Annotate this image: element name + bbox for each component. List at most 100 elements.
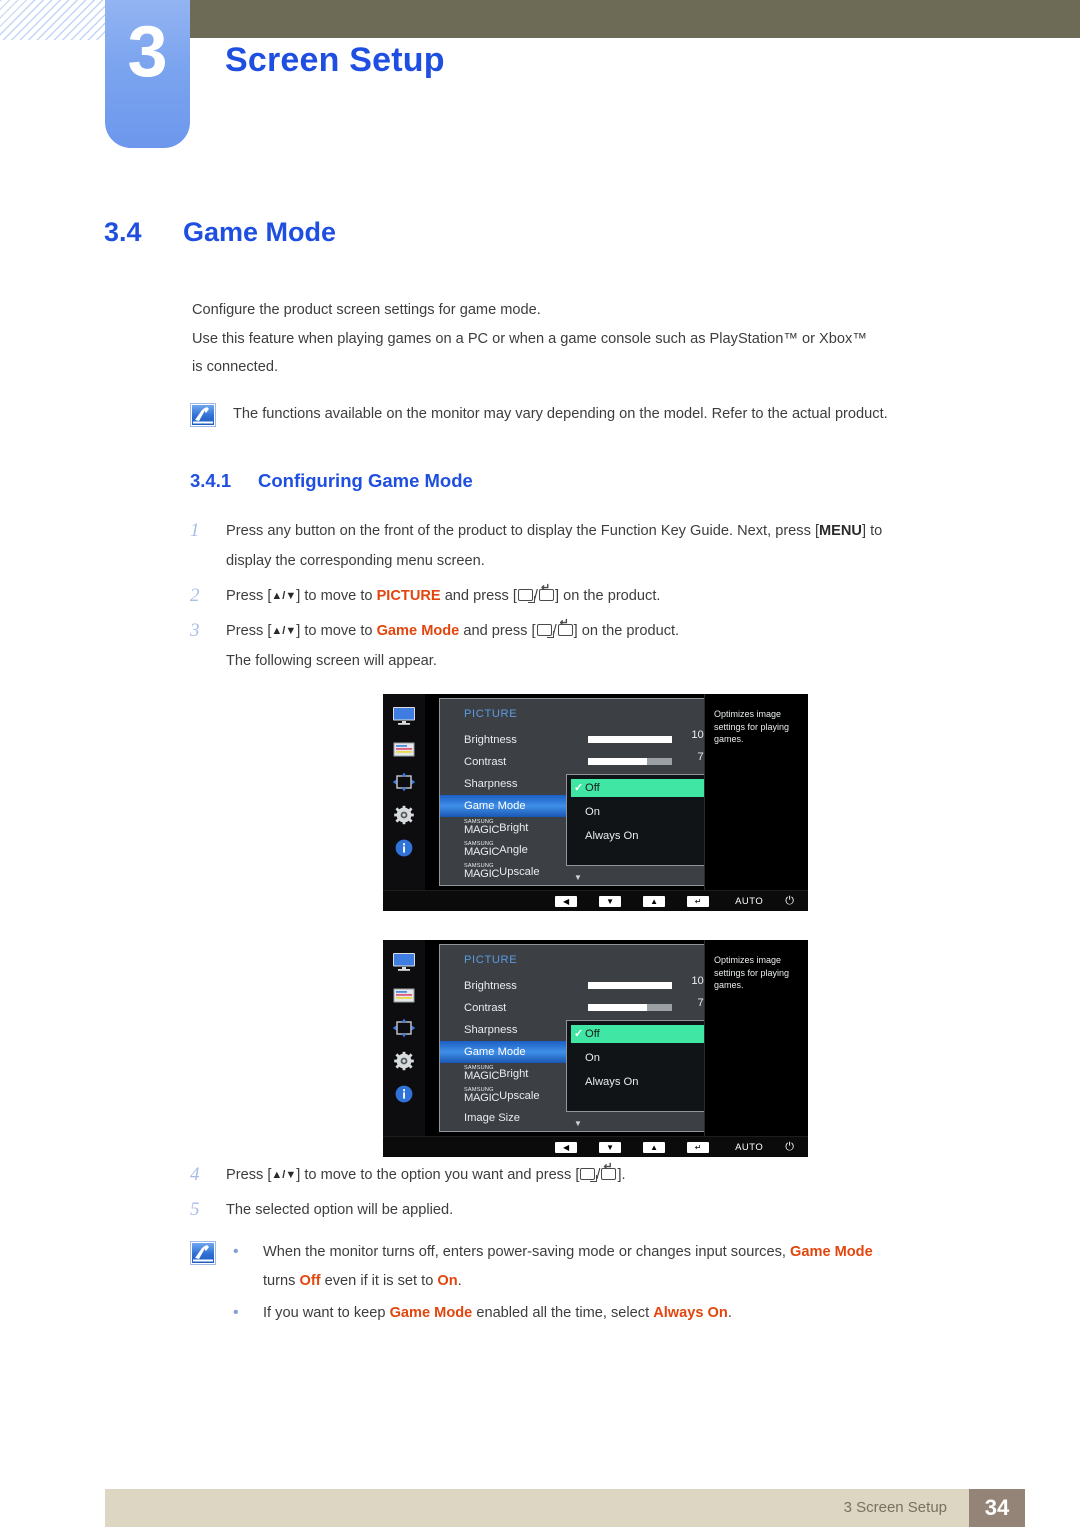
key-up-button[interactable]: ▲ [643, 895, 666, 907]
step-2-mid: ] to move to [296, 588, 377, 604]
osd-row-brightness-label: Brightness [464, 734, 517, 746]
updown-arrows-glyph: ▲/▼ [271, 1169, 297, 1181]
osd-screen-2-rail [383, 940, 425, 1136]
magic-magic-label: MAGIC [464, 1091, 500, 1104]
note-b1-hl3: On [437, 1272, 458, 1289]
key-down-button[interactable]: ▼ [599, 1141, 622, 1153]
osd-row-magicangle-suffix: Angle [499, 844, 528, 856]
source-key-icon [517, 589, 535, 604]
brightness-bar-fill [588, 982, 672, 989]
key-auto-label[interactable]: AUTO [735, 896, 763, 907]
step-1-post: ] to [861, 523, 883, 539]
updown-arrows-glyph: ▲/▼ [271, 625, 297, 637]
popup-option-off[interactable]: ✓ Off [571, 1025, 709, 1043]
key-left-button[interactable]: ◀ [555, 895, 578, 907]
magic-logo: SAMSUNG MAGIC [464, 864, 499, 880]
note-b1-seg1: When the monitor turns off, enters power… [263, 1244, 790, 1260]
contrast-bar-track[interactable] [588, 758, 672, 765]
scroll-down-icon[interactable]: ▼ [574, 873, 582, 882]
game-mode-popup: ✓ Off On Always On [566, 774, 714, 866]
note-bullet-2: • If you want to keep Game Mode enabled … [233, 1299, 1010, 1328]
bullet-dot-icon: • [233, 1304, 239, 1322]
setup-gear-icon[interactable] [392, 1051, 416, 1071]
step-5-number: 5 [190, 1199, 200, 1220]
note-bullet-1-text: When the monitor turns off, enters power… [263, 1238, 1010, 1295]
popup-option-always-on-label: Always On [585, 830, 639, 842]
key-left-button[interactable]: ◀ [555, 1141, 578, 1153]
note-b1-seg2: turns [263, 1272, 300, 1289]
popup-option-off-label: Off [585, 1028, 600, 1040]
scroll-down-icon[interactable]: ▼ [574, 1119, 582, 1128]
information-icon[interactable] [392, 1084, 416, 1104]
popup-option-always-on[interactable]: Always On [585, 827, 638, 845]
osd-display-icon[interactable] [392, 985, 416, 1005]
monitor-icon[interactable] [392, 952, 416, 972]
contrast-bar-track[interactable] [588, 1004, 672, 1011]
osd-row-brightness-label: Brightness [464, 980, 517, 992]
check-icon: ✓ [574, 782, 584, 794]
intro-line-3: is connected. [192, 359, 278, 376]
enter-key-icon [557, 618, 573, 637]
source-key-icon [580, 1168, 598, 1183]
osd-row-sharpness-label: Sharpness [464, 1024, 518, 1036]
osd-row-magicupscale-suffix: Upscale [499, 1090, 540, 1102]
step-4-mid: ] to move to the option you want and pre… [296, 1167, 580, 1183]
size-position-icon[interactable] [392, 772, 416, 792]
osd-row-contrast-label: Contrast [464, 756, 507, 768]
osd-row-game-mode[interactable]: Game Mode [440, 1041, 586, 1063]
osd-screen-1-body: PICTURE Brightness 100 Contrast 75 Sharp… [383, 694, 808, 890]
key-auto-label[interactable]: AUTO [735, 1142, 763, 1153]
step-2-mid2: and press [ [440, 588, 517, 604]
osd-screen-2-description: Optimizes image settings for playing gam… [704, 940, 808, 1136]
osd-category-picture: PICTURE [464, 708, 518, 720]
note-bullet-2-text: If you want to keep Game Mode enabled al… [263, 1299, 1010, 1328]
note-bottom: • When the monitor turns off, enters pow… [190, 1238, 1010, 1328]
key-down-button[interactable]: ▼ [599, 895, 622, 907]
popup-option-off[interactable]: ✓ Off [571, 779, 709, 797]
monitor-icon[interactable] [392, 706, 416, 726]
step-2-number: 2 [190, 585, 200, 606]
osd-screen-1-description: Optimizes image settings for playing gam… [704, 694, 808, 890]
intro-line-2: Use this feature when playing games on a… [192, 330, 867, 347]
brightness-bar-track[interactable] [588, 982, 672, 989]
osd-screen-1-keyguide: ◀ ▼ ▲ ↵ AUTO ⏻ [383, 890, 808, 911]
footer-chapter-label: 3 Screen Setup [843, 1499, 947, 1516]
enter-key-icon [538, 583, 554, 602]
note-pencil-icon [190, 403, 216, 427]
information-icon[interactable] [392, 838, 416, 858]
key-up-button[interactable]: ▲ [643, 1141, 666, 1153]
magic-magic-label: MAGIC [464, 823, 500, 836]
magic-magic-label: MAGIC [464, 845, 500, 858]
popup-option-always-on-label: Always On [585, 1076, 639, 1088]
osd-screen-2-body: PICTURE Brightness 100 Contrast 75 Sharp… [383, 940, 808, 1136]
step-1-pre: Press any button on the front of the pro… [226, 523, 819, 539]
step-3: 3 Press [▲/▼] to move to Game Mode and p… [190, 616, 1010, 676]
key-enter-button[interactable]: ↵ [687, 1141, 710, 1153]
game-mode-popup: ✓ Off On Always On [566, 1020, 714, 1112]
osd-row-image-size-label: Image Size [464, 1112, 520, 1124]
step-1-number: 1 [190, 520, 200, 541]
setup-gear-icon[interactable] [392, 805, 416, 825]
popup-option-on[interactable]: On [585, 803, 600, 821]
osd-row-magicbright-suffix: Bright [499, 1068, 529, 1080]
power-icon[interactable]: ⏻ [785, 895, 794, 908]
magic-magic-label: MAGIC [464, 1069, 500, 1082]
osd-category-picture: PICTURE [464, 954, 518, 966]
popup-option-always-on[interactable]: Always On [585, 1073, 638, 1091]
note-bullet-1: • When the monitor turns off, enters pow… [233, 1238, 1010, 1295]
page-header: 3 Screen Setup [0, 0, 1080, 160]
key-enter-button[interactable]: ↵ [687, 895, 710, 907]
brightness-bar-fill [588, 736, 672, 743]
power-icon[interactable]: ⏻ [785, 1141, 794, 1154]
step-3-mid2: and press [ [459, 623, 536, 639]
note-b2-seg1: If you want to keep [263, 1305, 390, 1322]
size-position-icon[interactable] [392, 1018, 416, 1038]
osd-row-game-mode[interactable]: Game Mode [440, 795, 586, 817]
popup-option-on[interactable]: On [585, 1049, 600, 1067]
osd-display-icon[interactable] [392, 739, 416, 759]
brightness-bar-track[interactable] [588, 736, 672, 743]
contrast-bar-fill [588, 758, 647, 765]
step-3-post: ] on the product. [573, 623, 680, 639]
osd-screen-2: PICTURE Brightness 100 Contrast 75 Sharp… [383, 940, 808, 1157]
intro-block: Configure the product screen settings fo… [192, 296, 1004, 382]
